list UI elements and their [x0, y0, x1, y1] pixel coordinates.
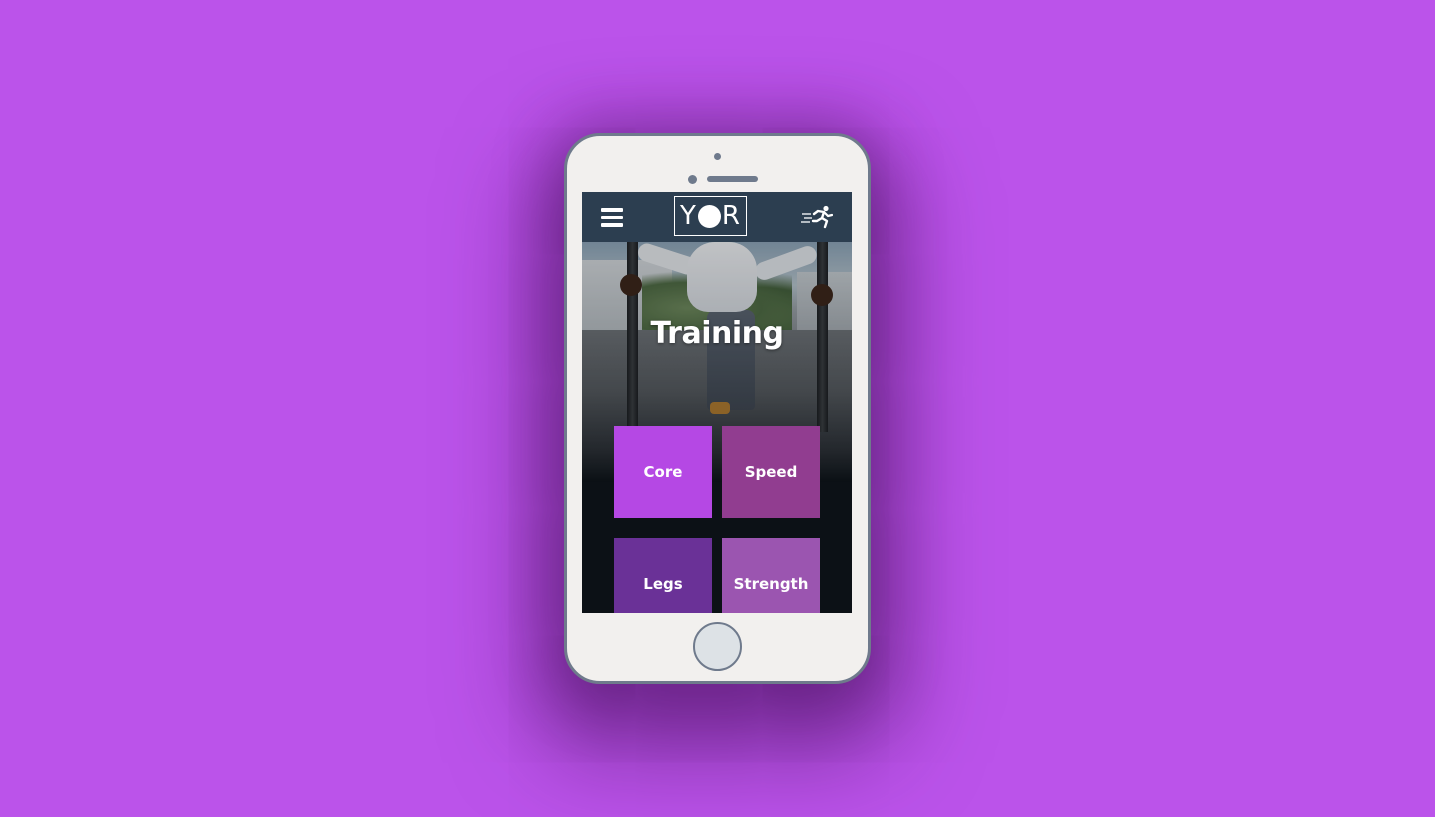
category-tile-speed[interactable]: Speed [722, 426, 820, 518]
page-background: Y R Training Core Speed Legs Strength [0, 0, 1435, 817]
app-logo[interactable]: Y R [674, 196, 747, 236]
category-tile-strength[interactable]: Strength [722, 538, 820, 613]
category-label: Legs [643, 575, 683, 593]
category-tile-legs[interactable]: Legs [614, 538, 712, 613]
hamburger-menu-icon[interactable] [601, 208, 623, 227]
proximity-sensor [688, 175, 697, 184]
logo-letter-r: R [721, 201, 741, 231]
logo-letter-y: Y [680, 201, 697, 231]
logo-circle [697, 204, 721, 228]
category-tile-core[interactable]: Core [614, 426, 712, 518]
category-label: Core [643, 463, 683, 481]
front-camera [714, 153, 721, 160]
earpiece-speaker [707, 176, 758, 182]
home-button[interactable] [693, 622, 742, 671]
page-title: Training [650, 316, 784, 351]
category-label: Speed [744, 463, 798, 481]
category-label: Strength [733, 575, 809, 593]
running-person-icon[interactable] [801, 205, 833, 229]
app-header: Y R [582, 192, 852, 242]
app-screen: Y R Training Core Speed Legs Strength [582, 192, 852, 613]
phone-mockup: Y R Training Core Speed Legs Strength [564, 133, 871, 684]
